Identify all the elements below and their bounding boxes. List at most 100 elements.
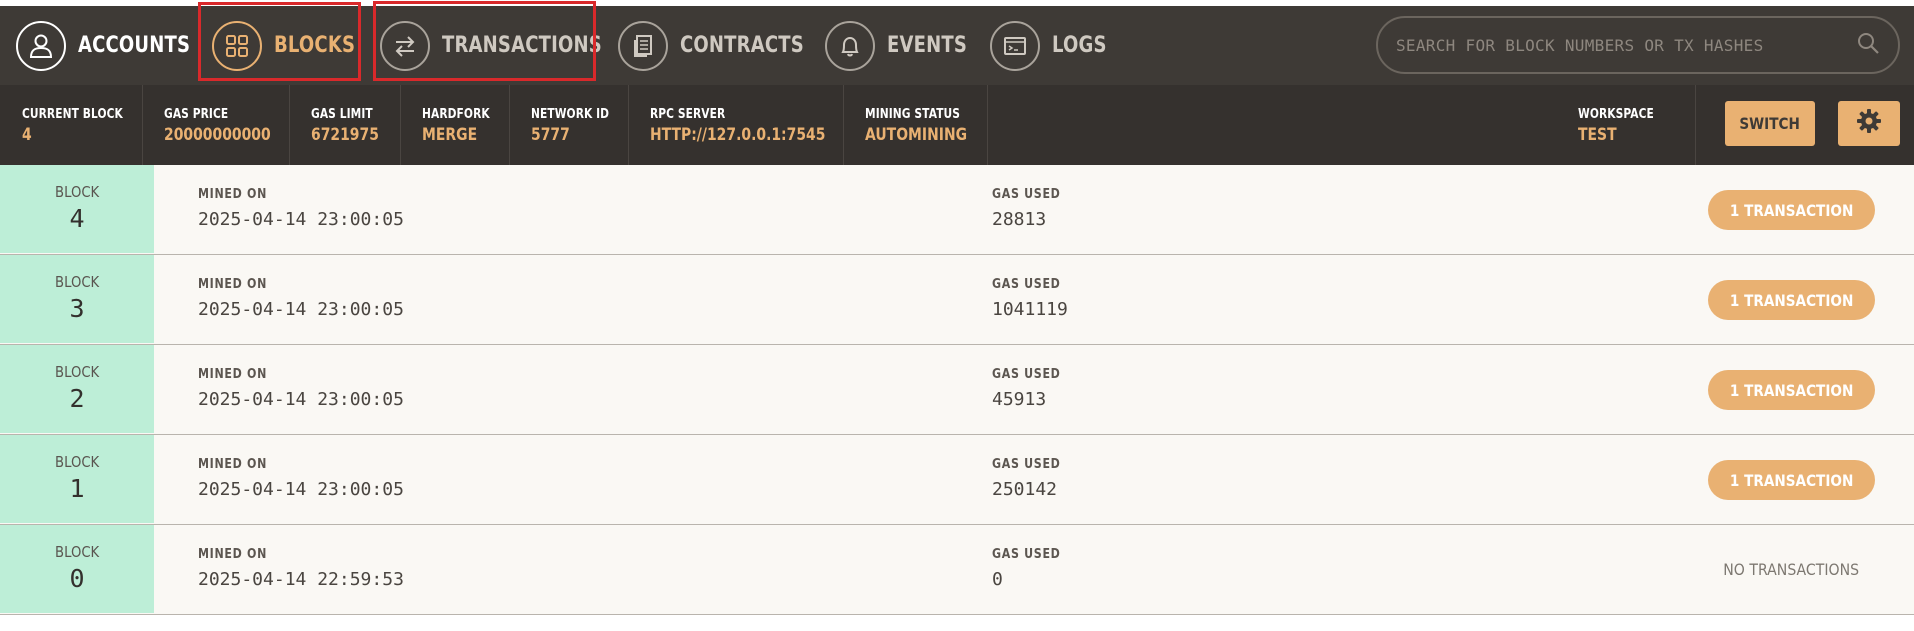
mined-on-label: MINED ON	[198, 187, 268, 202]
block-number-cell: BLOCK 1	[0, 435, 154, 523]
mined-on-label: MINED ON	[198, 367, 268, 382]
stat-label: MINING STATUS	[865, 107, 961, 122]
bell-icon	[825, 20, 875, 71]
gas-used-value: 250142	[992, 479, 1058, 500]
block-number-cell: BLOCK 0	[0, 525, 154, 613]
block-row[interactable]: BLOCK 2 MINED ON 2025-04-14 23:00:05 GAS…	[0, 345, 1914, 435]
stat-hardfork: HARDFORK MERGE	[400, 105, 505, 145]
user-icon	[16, 20, 66, 71]
gas-used-label: GAS USED	[992, 457, 1061, 472]
stat-label: CURRENT BLOCK	[22, 107, 123, 122]
terminal-icon	[990, 20, 1040, 71]
nav-accounts-label: ACCOUNTS	[78, 33, 191, 58]
transaction-count-button[interactable]: 1 TRANSACTION	[1708, 190, 1875, 230]
mined-on-value: 2025-04-14 23:00:05	[198, 479, 404, 500]
transaction-count-label: 1 TRANSACTION	[1729, 200, 1854, 220]
search-box[interactable]	[1376, 16, 1900, 74]
gas-used-label: GAS USED	[992, 187, 1061, 202]
nav-accounts[interactable]: ACCOUNTS	[16, 6, 215, 85]
block-row[interactable]: BLOCK 4 MINED ON 2025-04-14 23:00:05 GAS…	[0, 165, 1914, 255]
stat-workspace: WORKSPACE TEST	[1556, 105, 1671, 145]
stat-label: NETWORK ID	[531, 107, 610, 122]
nav-contracts-label: CONTRACTS	[680, 33, 804, 58]
divider	[987, 85, 988, 165]
nav-contracts[interactable]: CONTRACTS	[618, 6, 831, 85]
gas-used-label: GAS USED	[992, 277, 1061, 292]
top-navigation: ACCOUNTS BLOCKS TRANSACTIONS CONTRACTS E…	[0, 6, 1914, 85]
block-number-cell: BLOCK 2	[0, 345, 154, 433]
block-label: BLOCK	[54, 183, 100, 201]
switch-button-label: SWITCH	[1739, 114, 1801, 133]
blocks-list: BLOCK 4 MINED ON 2025-04-14 23:00:05 GAS…	[0, 165, 1914, 615]
block-row[interactable]: BLOCK 0 MINED ON 2025-04-14 22:59:53 GAS…	[0, 525, 1914, 615]
gas-used-label: GAS USED	[992, 367, 1061, 382]
no-transactions-text: NO TRANSACTIONS	[1723, 560, 1860, 579]
transaction-count-button[interactable]: 1 TRANSACTION	[1708, 460, 1875, 500]
stat-label: WORKSPACE	[1578, 107, 1654, 122]
nav-logs[interactable]: LOGS	[990, 6, 1119, 85]
stat-value: 20000000000	[164, 125, 271, 145]
search-icon[interactable]	[1856, 31, 1880, 60]
grid-icon	[212, 20, 262, 71]
mined-on-value: 2025-04-14 23:00:05	[198, 299, 404, 320]
stat-network-id: NETWORK ID 5777	[509, 105, 626, 145]
mined-on-label: MINED ON	[198, 457, 268, 472]
mined-on-value: 2025-04-14 23:00:05	[198, 209, 404, 230]
stat-value: HTTP://127.0.0.1:7545	[650, 125, 826, 145]
transaction-count-label: 1 TRANSACTION	[1729, 470, 1854, 490]
nav-logs-label: LOGS	[1052, 33, 1107, 58]
mined-on-label: MINED ON	[198, 547, 268, 562]
gas-used-value: 28813	[992, 209, 1047, 230]
settings-button[interactable]	[1838, 101, 1900, 146]
transaction-count-label: 1 TRANSACTION	[1729, 380, 1854, 400]
mined-on-value: 2025-04-14 23:00:05	[198, 389, 404, 410]
nav-blocks-label: BLOCKS	[274, 33, 356, 58]
transaction-count-button[interactable]: 1 TRANSACTION	[1708, 280, 1875, 320]
block-number: 0	[69, 564, 85, 593]
block-label: BLOCK	[54, 543, 100, 561]
stat-label: GAS LIMIT	[311, 107, 373, 122]
stat-value: 6721975	[311, 125, 379, 145]
no-transactions-label: NO TRANSACTIONS	[1708, 560, 1875, 579]
nav-transactions[interactable]: TRANSACTIONS	[380, 6, 637, 85]
divider	[1695, 85, 1696, 165]
switch-workspace-button[interactable]: SWITCH	[1725, 101, 1815, 146]
gas-used-value: 1041119	[992, 299, 1068, 320]
block-number-cell: BLOCK 4	[0, 165, 154, 253]
block-row[interactable]: BLOCK 1 MINED ON 2025-04-14 23:00:05 GAS…	[0, 435, 1914, 525]
stat-value: AUTOMINING	[865, 125, 968, 145]
stat-current-block: CURRENT BLOCK 4	[0, 105, 145, 145]
block-row[interactable]: BLOCK 3 MINED ON 2025-04-14 23:00:05 GAS…	[0, 255, 1914, 345]
block-number-cell: BLOCK 3	[0, 255, 154, 343]
block-number: 2	[69, 384, 85, 413]
transfer-arrows-icon	[380, 20, 430, 71]
gear-icon	[1855, 107, 1883, 140]
transaction-count-label: 1 TRANSACTION	[1729, 290, 1854, 310]
search-input[interactable]	[1396, 35, 1856, 55]
stat-mining-status: MINING STATUS AUTOMINING	[843, 105, 989, 145]
gas-used-label: GAS USED	[992, 547, 1061, 562]
stat-value: 5777	[531, 125, 570, 145]
block-label: BLOCK	[54, 453, 100, 471]
block-number: 1	[69, 474, 85, 503]
nav-transactions-label: TRANSACTIONS	[442, 33, 602, 58]
stat-value: MERGE	[422, 125, 478, 145]
nav-events[interactable]: EVENTS	[825, 6, 985, 85]
stat-label: HARDFORK	[422, 107, 490, 122]
block-number: 4	[69, 204, 85, 233]
gas-used-value: 0	[992, 569, 1003, 590]
block-label: BLOCK	[54, 273, 100, 291]
nav-events-label: EVENTS	[887, 33, 967, 58]
stat-label: RPC SERVER	[650, 107, 726, 122]
block-label: BLOCK	[54, 363, 100, 381]
stat-value: TEST	[1578, 125, 1617, 145]
status-bar: CURRENT BLOCK 4 GAS PRICE 20000000000 GA…	[0, 85, 1914, 165]
stat-label: GAS PRICE	[164, 107, 229, 122]
transaction-count-button[interactable]: 1 TRANSACTION	[1708, 370, 1875, 410]
document-icon	[618, 20, 668, 71]
nav-blocks[interactable]: BLOCKS	[212, 6, 373, 85]
stat-gas-limit: GAS LIMIT 6721975	[289, 105, 394, 145]
block-number: 3	[69, 294, 85, 323]
stat-value: 4	[22, 125, 32, 145]
mined-on-value: 2025-04-14 22:59:53	[198, 569, 404, 590]
